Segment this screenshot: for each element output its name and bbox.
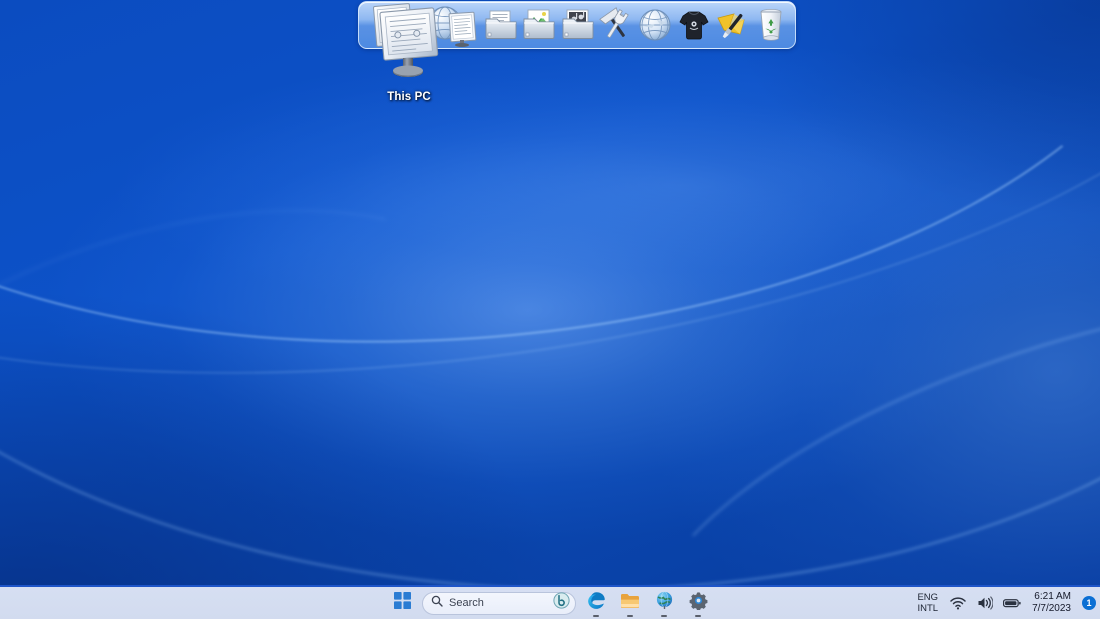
- volume-icon[interactable]: [976, 592, 994, 614]
- folder-music-icon: [560, 8, 596, 42]
- taskbar: Search: [0, 585, 1100, 619]
- taskbar-item-edge[interactable]: [582, 589, 610, 617]
- clock[interactable]: 6:21 AM 7/7/2023: [1030, 591, 1073, 615]
- monitor-icon: [374, 6, 444, 89]
- hammer-wrench-icon: [598, 7, 634, 43]
- running-indicator: [695, 615, 701, 617]
- tshirt-icon: [678, 8, 710, 42]
- dock-item-folder-pictures[interactable]: [521, 3, 558, 47]
- recycle-bin-icon: [756, 7, 786, 43]
- desktop-screen: This PC: [0, 0, 1100, 619]
- taskbar-item-globe-app[interactable]: [650, 589, 678, 617]
- dock-item-theme[interactable]: [675, 3, 712, 47]
- wallpaper-topright-shade: [0, 0, 1100, 619]
- taskbar-item-settings[interactable]: [684, 589, 712, 617]
- windows-logo-icon: [394, 592, 411, 614]
- search-placeholder: Search: [449, 598, 547, 609]
- running-indicator: [593, 615, 599, 617]
- dock-item-recycle-bin[interactable]: [752, 3, 789, 47]
- taskbar-item-file-explorer[interactable]: [616, 589, 644, 617]
- dock-item-folder-documents[interactable]: [482, 3, 519, 47]
- battery-icon[interactable]: [1003, 592, 1021, 614]
- globe-app-icon: [655, 591, 674, 615]
- dock-item-paint[interactable]: [714, 3, 751, 47]
- running-indicator: [627, 615, 633, 617]
- globe-icon: [638, 8, 672, 42]
- search-box[interactable]: Search: [422, 592, 576, 615]
- language-indicator[interactable]: ENG INTL: [915, 592, 940, 614]
- folder-documents-icon: [483, 8, 519, 42]
- desktop-icon-label-this-pc: This PC: [387, 91, 431, 103]
- dock-item-folder-music[interactable]: [560, 3, 597, 47]
- wifi-icon[interactable]: [949, 592, 967, 614]
- language-line-2: INTL: [917, 603, 938, 614]
- notification-badge[interactable]: 1: [1082, 596, 1096, 610]
- system-tray: ENG INTL: [915, 587, 1096, 619]
- folder-icon: [620, 592, 640, 615]
- folder-pictures-icon: [521, 8, 557, 42]
- language-line-1: ENG: [917, 592, 938, 603]
- running-indicator: [661, 615, 667, 617]
- dock-item-internet[interactable]: [637, 3, 674, 47]
- start-button[interactable]: [388, 589, 416, 617]
- dock-item-tools[interactable]: [598, 3, 635, 47]
- clock-date: 7/7/2023: [1032, 603, 1071, 615]
- search-icon: [431, 594, 443, 612]
- desktop-icon-this-pc[interactable]: This PC: [372, 6, 446, 103]
- bing-chat-icon[interactable]: [553, 592, 570, 614]
- brush-paint-icon: [714, 8, 750, 42]
- clock-time: 6:21 AM: [1034, 591, 1071, 603]
- gear-icon: [689, 591, 708, 615]
- edge-icon: [587, 591, 606, 615]
